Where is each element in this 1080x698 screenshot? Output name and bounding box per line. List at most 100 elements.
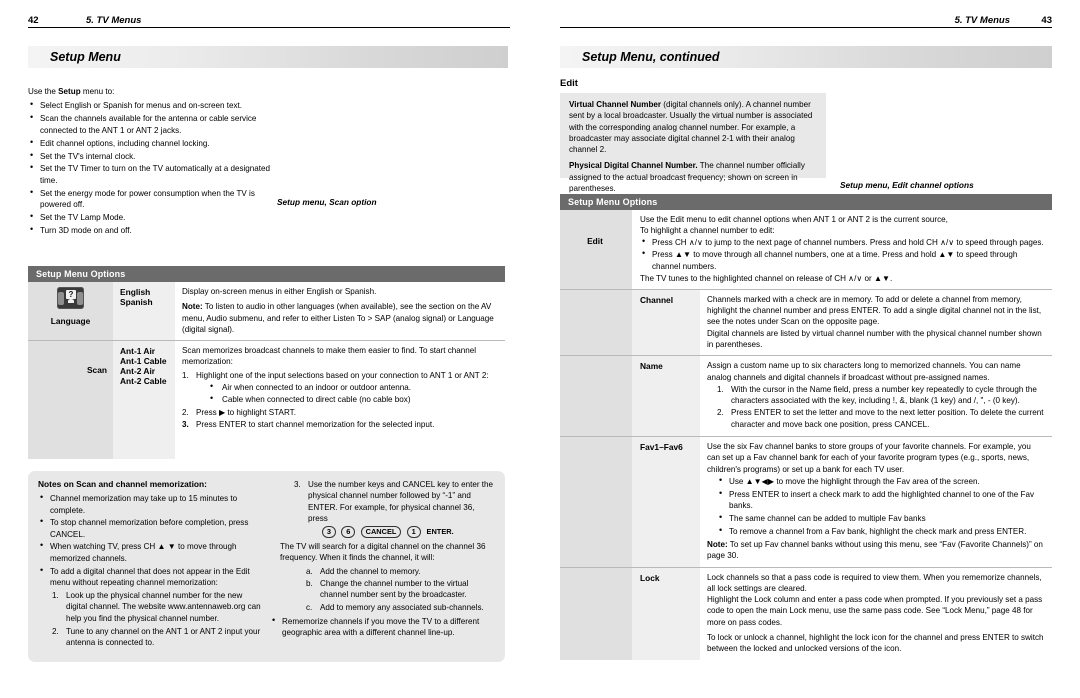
table-row-lock: Lock Lock channels so that a pass code i… <box>560 566 1052 660</box>
list-item: 3. Press ENTER to start channel memorizat… <box>182 419 435 429</box>
running-head-left: 42 5. TV Menus <box>28 10 510 30</box>
edit-intro-bullets: Press CH ∧/∨ to jump to the next page of… <box>640 236 1046 272</box>
name-para-1: Assign a custom name up to six character… <box>707 361 1021 382</box>
table-row-language: ? Language English Spanish Display on-sc… <box>28 282 505 341</box>
table-header-left: Setup Menu Options <box>28 266 505 282</box>
list-item: To stop channel memorization before comp… <box>38 516 262 540</box>
lock-para-3: To lock or unlock a channel, highlight t… <box>707 633 1044 654</box>
lock-para-2: Highlight the Lock column and enter a pa… <box>707 595 1043 627</box>
table-header-right: Setup Menu Options <box>560 194 1052 210</box>
intro-block: Use the Setup menu to: Select English or… <box>28 86 273 238</box>
page-number-right: 43 <box>1041 15 1052 26</box>
edit-group-label-cell: Edit <box>560 210 632 289</box>
list-item: The same channel can be added to multipl… <box>717 512 1046 524</box>
edit-label: Edit <box>587 236 603 246</box>
list-item: Select English or Spanish for menus and … <box>28 99 273 111</box>
figure-head-shape <box>68 299 74 303</box>
notes-title: Notes on Scan and channel memorization: <box>38 479 207 489</box>
scan-substeps: Air when connected to an indoor or outdo… <box>208 381 499 406</box>
spacer-cell <box>560 289 632 356</box>
edit-intro-closing: The TV tunes to the highlighted channel … <box>640 274 893 284</box>
step-number: 1. <box>182 370 189 380</box>
header-rule-right <box>560 27 1052 28</box>
notes-info-box: Notes on Scan and channel memorization: … <box>28 471 505 662</box>
list-item: Turn 3D mode on and off. <box>28 224 273 236</box>
table-row-name: Name Assign a custom name up to six char… <box>560 355 1052 437</box>
term-physical-channel-number: Physical Digital Channel Number. <box>569 161 698 171</box>
channel-para-1: Channels marked with a check are in memo… <box>707 294 1042 327</box>
key-sequence: 3 6 CANCEL 1 ENTER. <box>280 526 494 539</box>
edit-intro-description: Use the Edit menu to edit channel option… <box>632 210 1052 289</box>
notes-letter-list: a. Add the channel to memory. b. Change th… <box>306 566 494 613</box>
scan-values: Ant-1 Air Ant-1 Cable Ant-2 Air Ant-2 Ca… <box>113 341 175 460</box>
list-item: Press ENTER to insert a check mark to ad… <box>717 488 1046 512</box>
spacer-cell <box>560 437 632 567</box>
list-item: Channel memorization may take up to 15 m… <box>38 492 262 516</box>
channel-description: Channels marked with a check are in memo… <box>700 289 1052 356</box>
note-label: Note: <box>707 539 728 549</box>
question-mark-glyph: ? <box>66 290 76 299</box>
list-item: Rememorize channels if you move the TV t… <box>270 615 494 639</box>
list-item: b. Change the channel number to the virtu… <box>306 579 469 600</box>
step-number: 1. <box>52 591 59 601</box>
setup-menu-bullet-list: Select English or Spanish for menus and … <box>28 99 273 236</box>
step-number: 3. <box>294 480 301 489</box>
list-item: Press ▲▼ to move through all channel num… <box>640 248 1046 272</box>
step-number: 2. <box>182 407 189 417</box>
lock-label: Lock <box>640 572 660 583</box>
channel-label-cell: Channel <box>632 289 700 356</box>
figure-caption-edit: Setup menu, Edit channel options <box>840 180 974 190</box>
figure-caption-scan: Setup menu, Scan option <box>277 197 377 207</box>
step-number: 2. <box>717 408 724 418</box>
chapter-title-right: 5. TV Menus <box>954 15 1010 26</box>
name-label-cell: Name <box>632 356 700 437</box>
scan-label: Scan <box>86 365 107 376</box>
scan-desc-p1: Scan memorizes broadcast channels to mak… <box>182 346 477 367</box>
value-spanish: Spanish <box>120 297 153 307</box>
key-3: 3 <box>321 526 336 539</box>
lock-para-1: Lock channels so that a pass code is req… <box>707 572 1042 593</box>
left-page: 42 5. TV Menus Setup Menu Use the Setup … <box>0 0 540 698</box>
edit-intro-line1: Use the Edit menu to edit channel option… <box>640 215 948 224</box>
step-number: 2. <box>52 627 59 637</box>
list-item: 1. With the cursor in the Name field, pre… <box>717 384 1037 406</box>
list-item: Press CH ∧/∨ to jump to the next page of… <box>640 236 1046 248</box>
list-item: To remove a channel from a Fav bank, hig… <box>717 525 1046 537</box>
notes-steps-left: 1. Look up the physical channel number fo… <box>52 590 262 648</box>
table-row-scan: Scan Ant-1 Air Ant-1 Cable Ant-2 Air Ant… <box>28 340 505 460</box>
letter-marker: c. <box>306 602 313 612</box>
channel-para-2: Digital channels are listed by virtual c… <box>707 328 1042 349</box>
term-virtual-channel-number: Virtual Channel Number <box>569 100 662 109</box>
list-item: Set the energy mode for power consumptio… <box>28 187 273 211</box>
language-cell: ? Language <box>28 282 113 341</box>
definition-info-box: Virtual Channel Number (digital channels… <box>560 93 826 193</box>
name-label: Name <box>640 361 663 372</box>
language-values: English Spanish <box>113 282 175 341</box>
notes-last-bullet: Rememorize channels if you move the TV t… <box>270 615 494 639</box>
list-item: Edit channel options, including channel … <box>28 137 273 149</box>
list-item: 2. Press ENTER to set the letter and move… <box>717 408 1044 429</box>
fav-note: Note: To set up Fav channel banks withou… <box>707 539 1043 561</box>
fav-label: Fav1–Fav6 <box>640 442 683 453</box>
fav-bullets: Use ▲▼◀▶ to move the highlight through t… <box>717 475 1046 537</box>
spacer-cell <box>560 567 632 660</box>
step-number: 1. <box>717 384 724 394</box>
language-desc-p1: Display on-screen menus in either Englis… <box>182 287 377 296</box>
list-item: 1. Highlight one of the input selections … <box>182 370 499 406</box>
list-item: Set the TV Timer to turn on the TV autom… <box>28 162 273 186</box>
document-spread: 42 5. TV Menus Setup Menu Use the Setup … <box>0 0 1080 698</box>
list-item: a. Add the channel to memory. <box>306 566 421 576</box>
value-english: English <box>120 287 151 297</box>
intro-line: Use the Setup menu to: <box>28 87 115 96</box>
list-item: Scan the channels available for the ante… <box>28 112 273 136</box>
letter-marker: a. <box>306 566 313 576</box>
list-item: Air when connected to an indoor or outdo… <box>208 381 499 393</box>
table-row-channel: Channel Channels marked with a check are… <box>560 288 1052 356</box>
page-number-left: 42 <box>28 15 39 26</box>
language-desc-note: Note: To listen to audio in other langua… <box>182 302 494 334</box>
channel-label: Channel <box>640 294 674 305</box>
lock-label-cell: Lock <box>632 567 700 660</box>
setup-menu-options-table-right: Setup Menu Options Edit Use the Edit men… <box>560 194 1052 660</box>
value-ant2-air: Ant-2 Air <box>120 366 156 377</box>
notes-column-1: Notes on Scan and channel memorization: … <box>38 479 262 650</box>
